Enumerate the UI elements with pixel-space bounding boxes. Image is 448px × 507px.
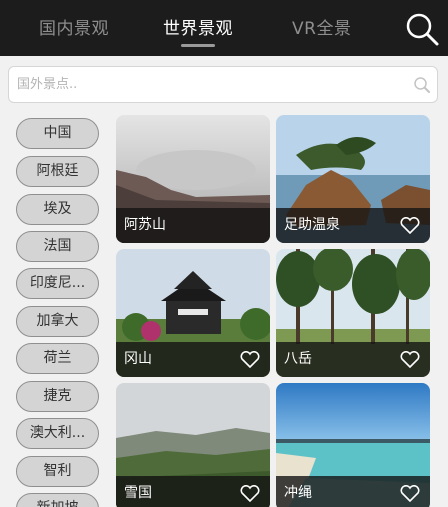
header-search-button[interactable] bbox=[404, 11, 440, 47]
heart-icon[interactable] bbox=[400, 485, 420, 502]
heart-icon[interactable] bbox=[400, 217, 420, 234]
heart-icon[interactable] bbox=[400, 351, 420, 368]
country-chip-chile[interactable]: 智利 bbox=[16, 456, 99, 487]
place-name: 雪国 bbox=[124, 485, 152, 501]
country-chip-singapore[interactable]: 新加坡 bbox=[16, 493, 99, 507]
active-tab-indicator bbox=[181, 44, 215, 47]
top-navigation-bar: 国内景观 世界景观 VR全景 bbox=[0, 0, 448, 56]
tab-vr-panorama[interactable]: VR全景 bbox=[292, 14, 351, 39]
heart-icon[interactable] bbox=[240, 351, 260, 368]
place-name: 冲绳 bbox=[284, 485, 312, 501]
search-bar bbox=[8, 66, 438, 103]
tab-world-scenery[interactable]: 世界景观 bbox=[163, 14, 233, 39]
place-card-aso[interactable]: 阿苏山 bbox=[116, 115, 270, 243]
country-list: 中国 阿根廷 埃及 法国 印度尼... 加拿大 荷兰 捷克 澳大利... 智利 … bbox=[0, 112, 116, 507]
country-chip-australia[interactable]: 澳大利... bbox=[16, 418, 99, 449]
heart-icon[interactable] bbox=[240, 485, 260, 502]
country-chip-indonesia[interactable]: 印度尼... bbox=[16, 268, 99, 299]
place-name: 阿苏山 bbox=[124, 217, 166, 233]
country-chip-france[interactable]: 法国 bbox=[16, 231, 99, 262]
search-input[interactable] bbox=[17, 67, 397, 102]
country-chip-netherlands[interactable]: 荷兰 bbox=[16, 343, 99, 374]
place-card-okinawa[interactable]: 冲绳 bbox=[276, 383, 430, 507]
search-icon bbox=[406, 13, 439, 46]
country-chip-egypt[interactable]: 埃及 bbox=[16, 194, 99, 225]
country-chip-czech[interactable]: 捷克 bbox=[16, 381, 99, 412]
tab-domestic-scenery[interactable]: 国内景观 bbox=[39, 14, 109, 39]
place-name: 足助温泉 bbox=[284, 217, 340, 233]
place-card-asuke-onsen[interactable]: 足助温泉 bbox=[276, 115, 430, 243]
country-chip-canada[interactable]: 加拿大 bbox=[16, 306, 99, 337]
search-icon[interactable] bbox=[413, 76, 431, 94]
country-chip-china[interactable]: 中国 bbox=[16, 118, 99, 149]
country-chip-argentina[interactable]: 阿根廷 bbox=[16, 156, 99, 187]
place-card-yukiguni[interactable]: 雪国 bbox=[116, 383, 270, 507]
place-name: 八岳 bbox=[284, 351, 312, 367]
place-card-okayama[interactable]: 冈山 bbox=[116, 249, 270, 377]
place-card-yatsugatake[interactable]: 八岳 bbox=[276, 249, 430, 377]
place-name: 冈山 bbox=[124, 351, 152, 367]
